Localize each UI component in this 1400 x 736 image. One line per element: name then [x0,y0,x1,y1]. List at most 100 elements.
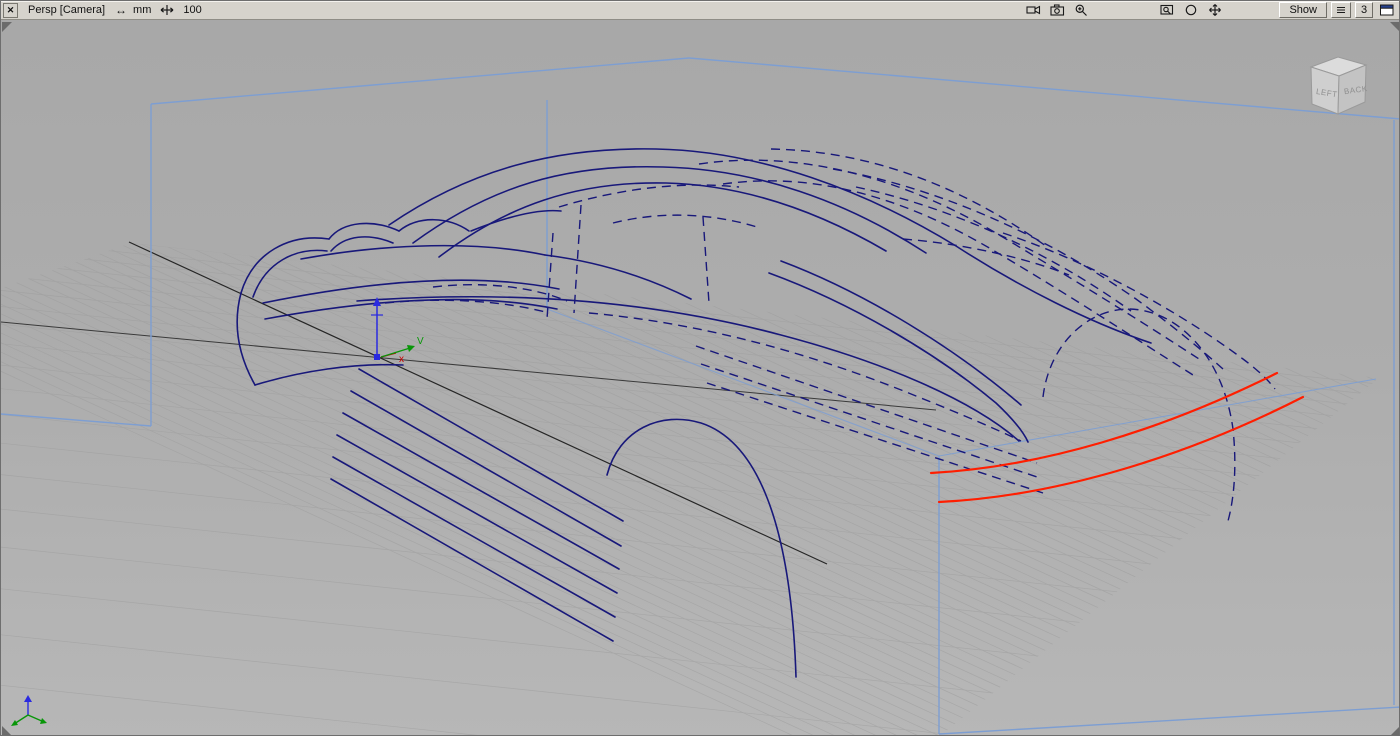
ground-grid-segment [1,221,1400,423]
ground-grid-segment [1,219,1121,736]
construction-plane-origin-segment [374,354,380,360]
ground-grid-segment [1248,360,1400,736]
ground-grid-segment [465,278,1400,736]
car-wireframe-hidden-segment[interactable] [833,169,1223,369]
car-wireframe-hidden-segment[interactable] [701,364,1040,478]
axis-v-label: V [417,336,424,347]
ground-grid-segment [249,255,1392,736]
world-triad [11,695,47,726]
ground-grid-segment [1,208,1400,410]
ground-grid [1,175,1400,736]
ground-grid-segment [1302,366,1400,736]
bounding-box-segment[interactable] [939,707,1400,734]
ground-grid-segment [816,315,1400,736]
show-button[interactable]: Show [1279,2,1327,18]
view-camera-label[interactable]: Persp [Camera] [24,3,109,17]
ground-grid-segment [1,190,912,736]
viewport-toolbar: ✕ Persp [Camera] ↔ mm 100 [1,1,1399,20]
world-axis-lines-segment [129,242,827,564]
ground-grid-segment [708,304,1400,736]
car-wireframe-hidden-segment[interactable] [559,185,739,207]
view-cube[interactable]: LEFT BACK [1311,57,1368,114]
car-wireframe-hidden-segment[interactable] [856,187,1131,311]
ground-grid-segment [546,287,1400,736]
close-icon[interactable]: ✕ [3,3,18,18]
camera-icon[interactable] [1023,2,1043,18]
car-wireframe-solid-segment[interactable] [241,238,329,293]
ground-grid-segment [1221,357,1400,736]
zoom-window-icon[interactable] [1157,2,1177,18]
world-triad-segment [40,718,47,724]
ground-grid-segment [330,264,1400,736]
construction-plane-origin: x V [371,297,424,365]
cad-application-window: ✕ Persp [Camera] ↔ mm 100 [0,0,1400,736]
ground-grid-segment [681,301,1400,736]
ground-grid-segment [411,272,1400,736]
ground-grid-segment [1,493,1400,695]
window-icon[interactable] [1377,2,1397,18]
car-wireframe-solid-segment[interactable] [343,413,619,569]
ground-grid-segment [438,275,1400,736]
car-wireframe-hidden-segment[interactable] [613,215,757,227]
grid-size-value: 100 [183,4,201,16]
world-triad-segment [24,695,32,702]
corner-handle-top-left[interactable] [2,22,12,32]
ground-grid-segment [1,227,1183,736]
ground-grid-segment [1,207,1037,736]
selected-curve-lower[interactable] [939,397,1303,502]
ground-grid-segment [141,244,1308,736]
car-wireframe-hidden-segment[interactable] [547,233,553,319]
world-triad-segment [11,720,18,726]
pane-count-button[interactable]: 3 [1355,2,1373,18]
bounding-box-segment[interactable] [689,58,1400,119]
resize-horizontal-icon: ↔ [115,3,127,17]
ground-grid-segment [1329,369,1400,736]
units-label: mm [133,4,151,16]
car-wireframe-solid-segment[interactable] [439,183,886,257]
toolbar-left-group: ✕ Persp [Camera] ↔ mm 100 [3,2,202,18]
ground-grid-segment [1032,338,1400,736]
car-wireframe-solid-segment[interactable] [351,391,621,546]
ground-grid-segment [1,534,1400,736]
toolbar-right-group: Show 3 [1023,2,1397,18]
ground-grid-segment [276,258,1400,736]
pan-icon[interactable] [1205,2,1225,18]
corner-handles[interactable] [2,22,1400,736]
ground-grid-segment [492,281,1400,736]
corner-handle-bottom-right[interactable] [1390,726,1400,736]
bounding-box-segment[interactable] [151,58,689,104]
ground-grid-segment [1,389,1400,591]
ground-grid-segment [627,295,1400,736]
corner-handle-top-right[interactable] [1390,22,1400,32]
nose-profile-curve[interactable] [237,293,255,385]
ground-grid-segment [1,270,1400,472]
ground-grid-segment [1275,363,1400,736]
axis-x-label: x [399,354,404,365]
ground-grid-segment [1,686,1400,736]
car-wireframe-solid-segment[interactable] [545,255,691,299]
snapshot-icon[interactable] [1047,2,1067,18]
ground-grid-segment [1,213,1079,736]
car-wireframe-hidden-segment[interactable] [696,346,1037,463]
world-axis-lines-segment [1,322,936,410]
ground-grid-segment [1140,349,1400,736]
corner-handle-bottom-left[interactable] [2,726,12,736]
ground-grid-segment [735,306,1400,736]
perspective-viewport[interactable]: x V LEFT BACK [1,20,1400,736]
car-wireframe-solid-segment[interactable] [301,246,545,259]
ground-grid-segment [1005,335,1400,736]
ground-grid-segment [843,318,1400,736]
car-wireframe-hidden-segment[interactable] [703,217,709,303]
car-wireframe-solid-segment[interactable] [413,167,926,253]
panel-list-button[interactable] [1331,2,1351,18]
viewport-canvas[interactable]: x V LEFT BACK [1,20,1400,736]
ground-grid-segment [1383,375,1400,736]
ground-grid-segment [1,580,1400,736]
ground-grid-segment [1,199,975,736]
zoom-icon[interactable] [1071,2,1091,18]
ground-grid-segment [1,193,933,736]
car-wireframe-hidden-segment[interactable] [771,149,1046,246]
ground-grid-segment [168,247,1329,736]
bounding-box-segment[interactable] [1,414,151,426]
circle-select-icon[interactable] [1181,2,1201,18]
